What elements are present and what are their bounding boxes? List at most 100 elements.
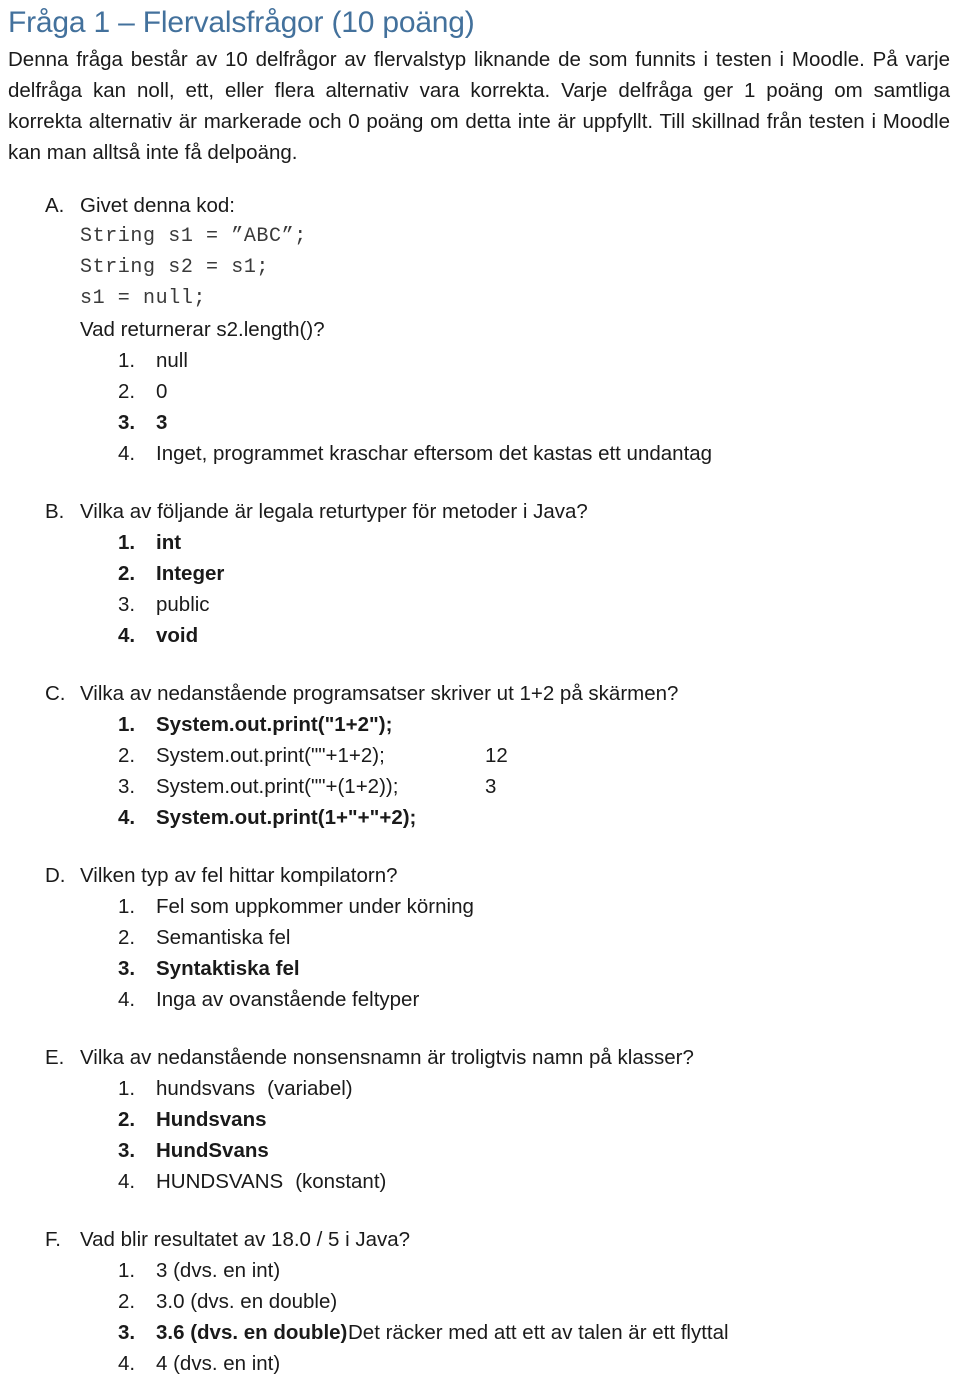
option-number: 4. [118, 988, 136, 1011]
option-text: void [156, 624, 199, 647]
option-item[interactable]: 4. void [80, 620, 960, 651]
question-block: B. Vilka av följande är legala returtyper… [0, 496, 960, 651]
option-number: 3. [118, 593, 136, 616]
option-list: 1. null 2. 0 3. 3 4. Inget, programmet kraschar… [80, 345, 960, 469]
option-item[interactable]: 4. Inga av ovanstående feltyper [80, 984, 960, 1015]
question-block: E. Vilka av nedanstående nonsensnamn är t… [0, 1042, 960, 1197]
option-item[interactable]: 3. 3 [80, 407, 960, 438]
option-number: 3. [118, 1321, 136, 1344]
option-note: (variabel) [267, 1077, 353, 1100]
option-text: HundSvans [156, 1139, 269, 1162]
question-block: A. Givet denna kod: String s1 = ”ABC”; Str… [0, 190, 960, 469]
question-block: F. Vad blir resultatet av 18.0 / 5 i Java… [0, 1224, 960, 1379]
option-text: Integer [156, 562, 225, 585]
option-note: 3 [485, 775, 497, 798]
option-text: Fel som uppkommer under körning [156, 895, 474, 918]
option-item[interactable]: 1. Fel som uppkommer under körning [80, 891, 960, 922]
question-letter: D. [45, 864, 66, 887]
option-item[interactable]: 3. HundSvans [80, 1135, 960, 1166]
option-text: 3.0 (dvs. en double) [156, 1290, 338, 1313]
option-number: 2. [118, 1290, 136, 1313]
option-item[interactable]: 4. HUNDSVANS (konstant) [80, 1166, 960, 1197]
question-prompt: Vad blir resultatet av 18.0 / 5 i Java? [80, 1228, 411, 1251]
option-number: 2. [118, 1108, 136, 1131]
option-text: null [156, 349, 188, 372]
option-number: 1. [118, 895, 136, 918]
option-item[interactable]: 4. System.out.print(1+"+"+2); [80, 802, 960, 833]
option-number: 3. [118, 1139, 136, 1162]
option-item[interactable]: 1. null [80, 345, 960, 376]
question-prompt: Vilka av nedanstående programsatser skri… [80, 682, 679, 705]
question-letter: C. [45, 682, 66, 705]
option-number: 1. [118, 713, 136, 736]
option-text: HUNDSVANS [156, 1170, 284, 1193]
option-text: int [156, 531, 182, 554]
option-text: 4 (dvs. en int) [156, 1352, 281, 1375]
option-item[interactable]: 2. 0 [80, 376, 960, 407]
option-text: Hundsvans [156, 1108, 267, 1131]
option-text: System.out.print(""+(1+2)); [156, 775, 399, 798]
option-list: 1. Fel som uppkommer under körning 2. Seman… [80, 891, 960, 1015]
question-prompt: Givet denna kod: [80, 194, 235, 217]
question-letter: F. [45, 1228, 61, 1251]
option-item[interactable]: 1. 3 (dvs. en int) [80, 1255, 960, 1286]
option-number: 1. [118, 1077, 136, 1100]
option-number: 1. [118, 531, 136, 554]
option-number: 2. [118, 744, 136, 767]
option-item[interactable]: 2. 3.0 (dvs. en double) [80, 1286, 960, 1317]
option-note: 12 [485, 744, 508, 767]
option-item[interactable]: 3. 3.6 (dvs. en double) Det räcker med att… [80, 1317, 960, 1348]
option-number: 1. [118, 1259, 136, 1282]
option-list: 1. 3 (dvs. en int) 2. 3.0 (dvs. en double) 3… [80, 1255, 960, 1379]
option-number: 4. [118, 1170, 136, 1193]
question-block: D. Vilken typ av fel hittar kompilatorn? 1… [0, 860, 960, 1015]
question-prompt: Vilken typ av fel hittar kompilatorn? [80, 864, 398, 887]
option-text: 0 [156, 380, 168, 403]
option-item[interactable]: 3. public [80, 589, 960, 620]
option-number: 1. [118, 349, 136, 372]
option-number: 4. [118, 624, 136, 647]
option-number: 2. [118, 926, 136, 949]
option-number: 2. [118, 380, 136, 403]
option-item[interactable]: 4. 4 (dvs. en int) [80, 1348, 960, 1379]
option-text: 3 [156, 411, 168, 434]
question-prompt: Vilka av följande är legala returtyper f… [80, 500, 588, 523]
question-list: A. Givet denna kod: String s1 = ”ABC”; Str… [0, 190, 960, 1379]
option-item[interactable]: 2. System.out.print(""+1+2); 12 [80, 740, 960, 771]
option-item[interactable]: 1. hundsvans (variabel) [80, 1073, 960, 1104]
option-item[interactable]: 2. Integer [80, 558, 960, 589]
option-text: 3.6 (dvs. en double) [156, 1321, 348, 1344]
option-item[interactable]: 3. System.out.print(""+(1+2)); 3 [80, 771, 960, 802]
question-subprompt: Vad returnerar s2.length()? [80, 318, 325, 341]
option-item[interactable]: 1. int [80, 527, 960, 558]
option-list: 1. int 2. Integer 3. public 4. void [80, 527, 960, 651]
option-note: Det räcker med att ett av talen är ett f… [348, 1321, 729, 1344]
option-item[interactable]: 2. Semantiska fel [80, 922, 960, 953]
option-number: 2. [118, 562, 136, 585]
option-text: System.out.print(1+"+"+2); [156, 806, 417, 829]
option-item[interactable]: 2. Hundsvans [80, 1104, 960, 1135]
option-list: 1. hundsvans (variabel) 2. Hundsvans 3. HundSv… [80, 1073, 960, 1197]
option-number: 4. [118, 806, 136, 829]
question-block: C. Vilka av nedanstående programsatser sk… [0, 678, 960, 833]
option-number: 3. [118, 411, 136, 434]
option-item[interactable]: 4. Inget, programmet kraschar eftersom de… [80, 438, 960, 469]
option-text: Syntaktiska fel [156, 957, 300, 980]
option-text: Inget, programmet kraschar eftersom det … [156, 442, 713, 465]
option-text: hundsvans [156, 1077, 256, 1100]
question-prompt: Vilka av nedanstående nonsensnamn är tro… [80, 1046, 694, 1069]
option-text: Inga av ovanstående feltyper [156, 988, 420, 1011]
option-item[interactable]: 1. System.out.print("1+2"); [80, 709, 960, 740]
option-list: 1. System.out.print("1+2"); 2. System.out.p… [80, 709, 960, 833]
option-number: 4. [118, 442, 136, 465]
page-title: Fråga 1 – Flervalsfrågor (10 poäng) [8, 6, 475, 39]
option-item[interactable]: 3. Syntaktiska fel [80, 953, 960, 984]
question-letter: E. [45, 1046, 65, 1069]
option-text: 3 (dvs. en int) [156, 1259, 281, 1282]
option-text: System.out.print("1+2"); [156, 713, 393, 736]
option-number: 3. [118, 775, 136, 798]
option-number: 3. [118, 957, 136, 980]
option-text: Semantiska fel [156, 926, 291, 949]
code-snippet: String s1 = ”ABC”; String s2 = s1; s1 = … [80, 225, 307, 310]
question-letter: B. [45, 500, 65, 523]
